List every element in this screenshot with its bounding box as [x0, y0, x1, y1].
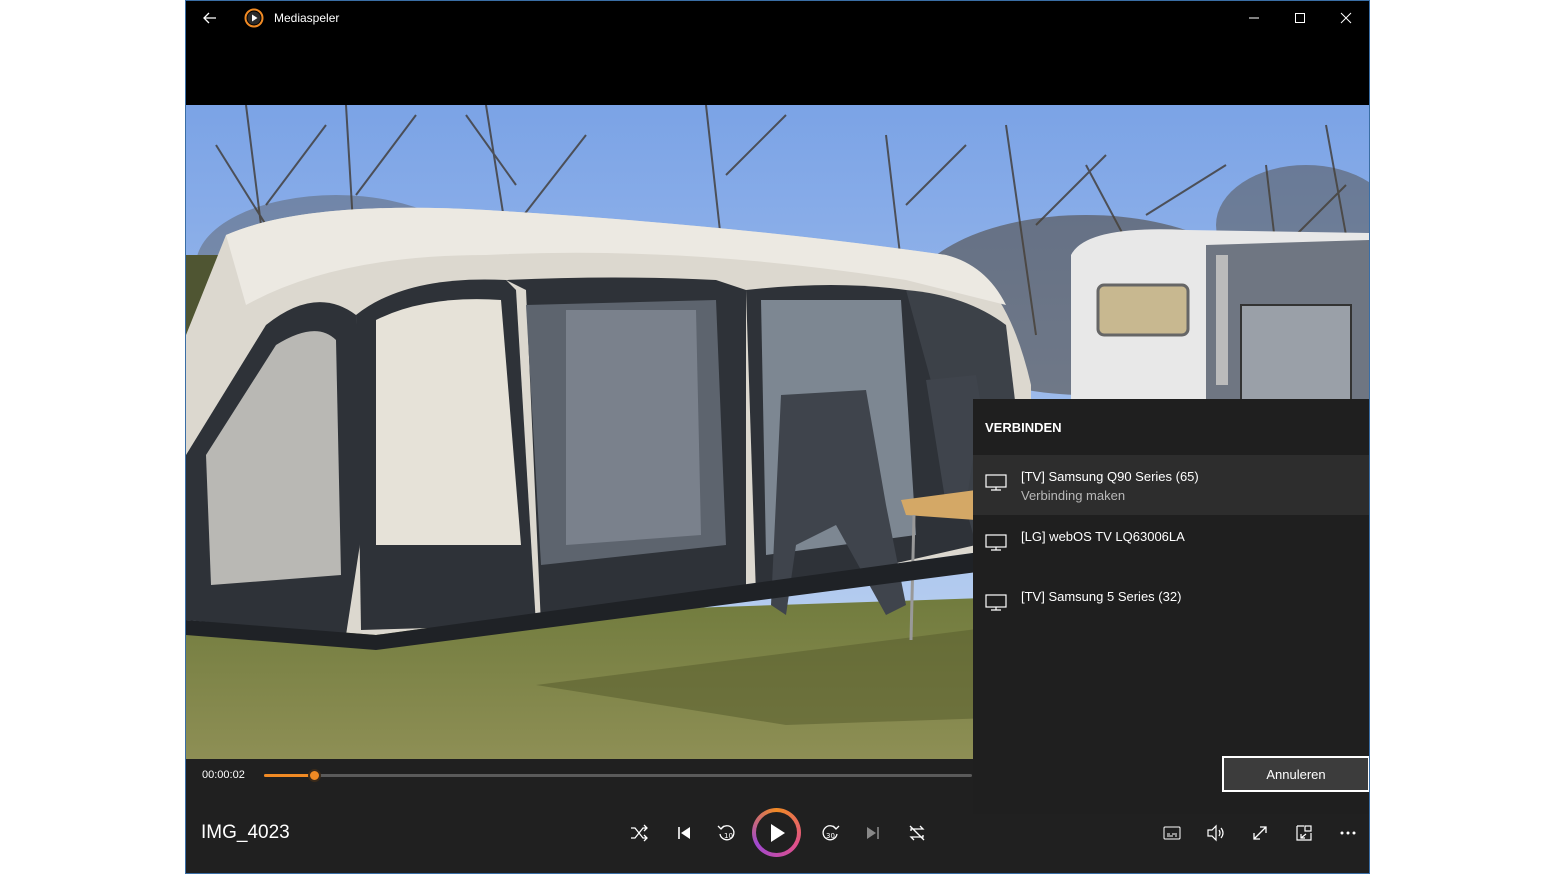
media-player-window: Mediaspeler 00:00:02 IMG_4023 10 30 VERB… [185, 0, 1370, 874]
mini-player-icon[interactable] [1288, 817, 1320, 849]
svg-text:10: 10 [724, 832, 733, 840]
device-name: [TV] Samsung 5 Series (32) [1021, 589, 1182, 604]
svg-text:30: 30 [826, 832, 835, 840]
maximize-icon[interactable] [1277, 1, 1323, 34]
connect-panel-title: VERBINDEN [985, 420, 1062, 435]
volume-icon[interactable] [1200, 817, 1232, 849]
monitor-icon [985, 473, 1007, 498]
monitor-icon [985, 533, 1007, 558]
play-button[interactable] [752, 808, 801, 857]
media-player-icon [244, 8, 264, 28]
fullscreen-icon[interactable] [1244, 817, 1276, 849]
device-status: Verbinding maken [1021, 488, 1126, 503]
elapsed-time: 00:00:02 [202, 769, 245, 781]
rewind-10-icon[interactable]: 10 [711, 817, 743, 849]
seek-thumb[interactable] [307, 769, 321, 782]
connect-panel: VERBINDEN [TV] Samsung Q90 Series (65) V… [973, 399, 1369, 814]
repeat-icon[interactable] [901, 817, 933, 849]
monitor-icon [985, 593, 1007, 618]
previous-icon[interactable] [668, 817, 700, 849]
seek-bar[interactable] [264, 769, 972, 782]
cancel-button[interactable]: Annuleren [1222, 756, 1369, 792]
more-icon[interactable] [1332, 817, 1364, 849]
minimize-icon[interactable] [1231, 1, 1277, 34]
media-title: IMG_4023 [201, 822, 290, 843]
subtitles-icon[interactable] [1156, 817, 1188, 849]
title-bar: Mediaspeler [186, 1, 1369, 34]
device-item[interactable]: [LG] webOS TV LQ63006LA [973, 515, 1369, 575]
window-title: Mediaspeler [274, 11, 340, 25]
next-icon[interactable] [857, 817, 889, 849]
device-item[interactable]: [TV] Samsung 5 Series (32) [973, 575, 1369, 635]
seek-progress [264, 774, 314, 777]
shuffle-icon[interactable] [623, 817, 655, 849]
close-icon[interactable] [1323, 1, 1369, 34]
device-name: [LG] webOS TV LQ63006LA [1021, 529, 1185, 544]
device-name: [TV] Samsung Q90 Series (65) [1021, 469, 1199, 484]
play-icon [756, 812, 797, 853]
forward-30-icon[interactable]: 30 [814, 817, 846, 849]
back-arrow-icon[interactable] [200, 8, 220, 28]
device-item[interactable]: [TV] Samsung Q90 Series (65) Verbinding … [973, 455, 1369, 515]
